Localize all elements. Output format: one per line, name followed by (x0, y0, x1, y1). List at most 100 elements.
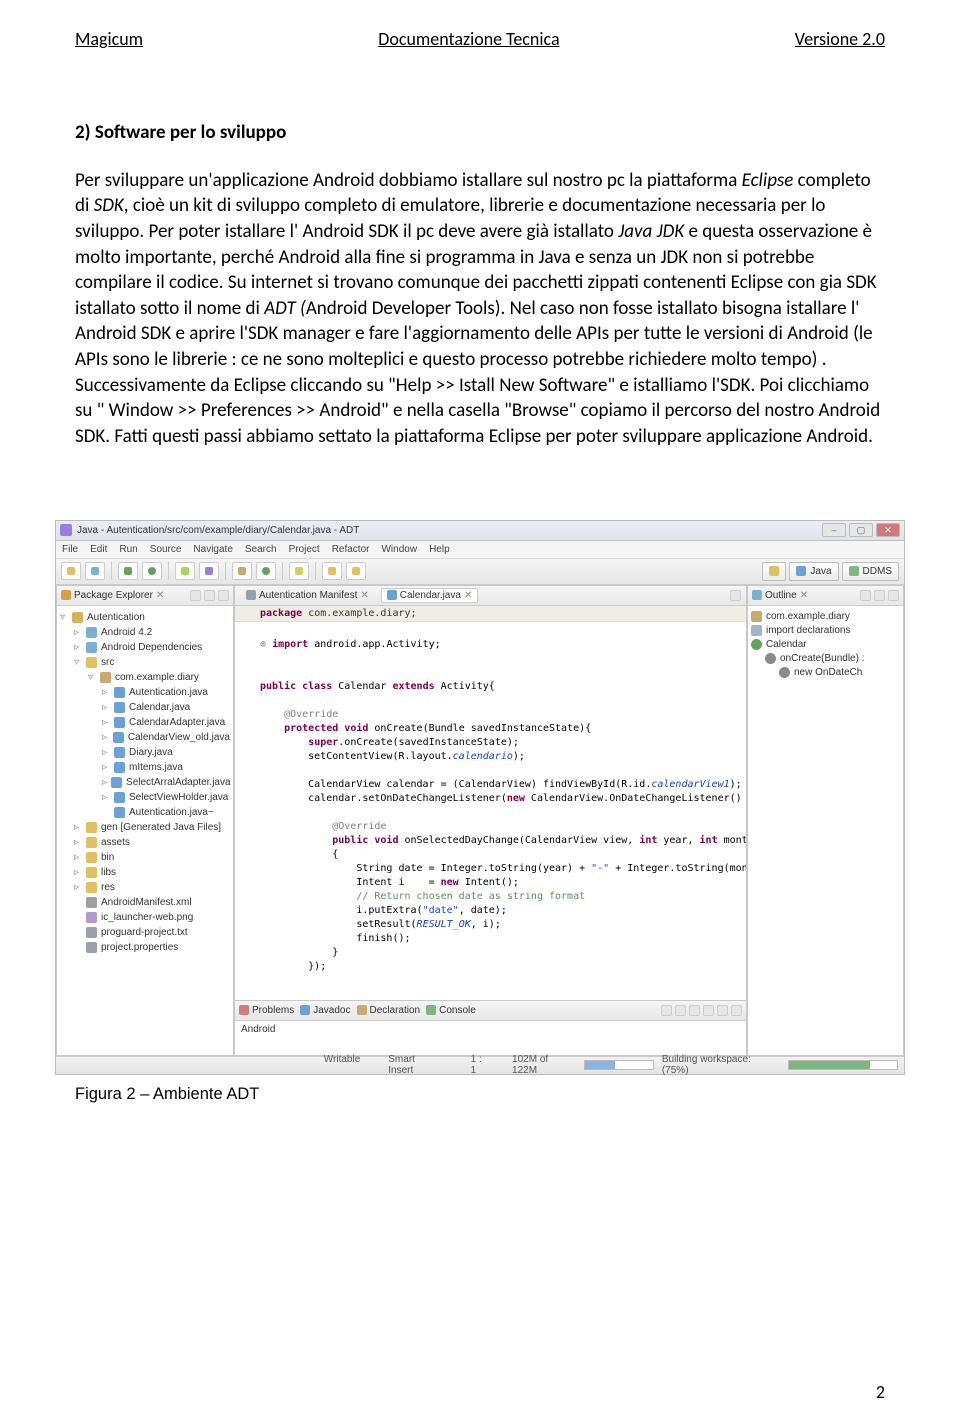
menu-source[interactable]: Source (150, 544, 182, 555)
console-action-icon[interactable] (703, 1005, 714, 1016)
menu-window[interactable]: Window (381, 544, 417, 555)
collapse-all-icon[interactable] (190, 590, 201, 601)
bottom-tab-console[interactable]: Console (426, 1005, 476, 1016)
ide-titlebar[interactable]: Java - Autentication/src/com/example/dia… (56, 521, 904, 541)
bottom-tab-declaration[interactable]: Declaration (357, 1005, 421, 1016)
view-menu-icon[interactable] (218, 590, 229, 601)
open-perspective-button[interactable] (762, 562, 786, 581)
tree-item[interactable]: project.properties (60, 940, 230, 955)
package-explorer-tab[interactable]: Package Explorer✕ (61, 590, 164, 601)
perspective-java[interactable]: Java (789, 562, 838, 581)
toolbar-new-button[interactable] (61, 562, 81, 580)
tree-item[interactable]: proguard-project.txt (60, 925, 230, 940)
outline-tab[interactable]: Outline✕ (752, 590, 808, 601)
window-title: Java - Autentication/src/com/example/dia… (77, 525, 359, 536)
page-number: 2 (876, 1381, 885, 1403)
console-action-icon[interactable] (675, 1005, 686, 1016)
status-memory: 102M of 122M (512, 1054, 576, 1076)
header-right: Versione 2.0 (795, 28, 885, 50)
toolbar-debug-button[interactable] (118, 562, 138, 580)
tree-item[interactable]: ▹gen [Generated Java Files] (60, 820, 230, 835)
toolbar-android-sdk-button[interactable] (175, 562, 195, 580)
tree-item[interactable]: ic_launcher-web.png (60, 910, 230, 925)
tree-item[interactable]: ▹Calendar.java (60, 700, 230, 715)
tree-item[interactable]: ▹libs (60, 865, 230, 880)
editor-tab[interactable]: Calendar.java ✕ (381, 588, 479, 603)
console-action-icon[interactable] (661, 1005, 672, 1016)
tree-item[interactable]: ▹Android 4.2 (60, 625, 230, 640)
toolbar-new-package-button[interactable] (232, 562, 252, 580)
console-action-icon[interactable] (689, 1005, 700, 1016)
outline-menu-icon[interactable] (888, 590, 899, 601)
tree-item[interactable]: ▹Autentication.java (60, 685, 230, 700)
perspective-ddms[interactable]: DDMS (842, 562, 899, 581)
ide-window: Java - Autentication/src/com/example/dia… (55, 520, 905, 1075)
tree-item[interactable]: ▹CalendarAdapter.java (60, 715, 230, 730)
outline-item[interactable]: Calendar (751, 638, 900, 652)
toolbar-avd-button[interactable] (199, 562, 219, 580)
tree-item[interactable]: ▿src (60, 655, 230, 670)
close-button[interactable]: ✕ (876, 523, 900, 537)
tree-item[interactable]: AndroidManifest.xml (60, 895, 230, 910)
tree-item[interactable]: Autentication.java~ (60, 805, 230, 820)
maximize-button[interactable]: ▢ (849, 523, 873, 537)
toolbar: JavaDDMS (56, 559, 904, 585)
article-body: 2) Software per lo sviluppo Per sviluppa… (0, 50, 960, 450)
memory-progress (584, 1060, 654, 1070)
editor-maximize-icon[interactable] (730, 590, 741, 601)
toolbar-run-button[interactable] (142, 562, 162, 580)
tree-item[interactable]: ▿com.example.diary (60, 670, 230, 685)
menu-search[interactable]: Search (245, 544, 277, 555)
tree-item[interactable]: ▹Android Dependencies (60, 640, 230, 655)
outline-view: Outline✕ com.example.diaryimport declara… (747, 585, 904, 1056)
tree-item[interactable]: ▹mItems.java (60, 760, 230, 775)
tree-item[interactable]: ▹SelectArralAdapter.java (60, 775, 230, 790)
minimize-button[interactable]: – (822, 523, 846, 537)
menu-project[interactable]: Project (289, 544, 320, 555)
status-task: Building workspace: (75%) (662, 1054, 780, 1076)
toolbar-save-button[interactable] (85, 562, 105, 580)
toolbar-new-class-button[interactable] (256, 562, 276, 580)
tree-item[interactable]: ▹SelectViewHolder.java (60, 790, 230, 805)
bottom-tab-javadoc[interactable]: Javadoc (300, 1005, 350, 1016)
tree-item[interactable]: ▹res (60, 880, 230, 895)
toolbar-forward-button[interactable] (346, 562, 366, 580)
tree-item[interactable]: ▹assets (60, 835, 230, 850)
link-editor-icon[interactable] (204, 590, 215, 601)
outline-filter-icon[interactable] (874, 590, 885, 601)
console-output: Android (235, 1021, 746, 1055)
tree-item[interactable]: ▿Autentication (60, 610, 230, 625)
menu-file[interactable]: File (62, 544, 78, 555)
app-icon (60, 524, 72, 536)
menu-refactor[interactable]: Refactor (332, 544, 370, 555)
menu-help[interactable]: Help (429, 544, 450, 555)
section-heading: 2) Software per lo sviluppo (75, 120, 885, 146)
editor-area: Autentication Manifest ✕Calendar.java ✕ … (234, 585, 747, 1001)
outline-sort-icon[interactable] (860, 590, 871, 601)
header-left: Magicum (75, 28, 143, 50)
article-paragraph-2: Successivamente da Eclipse cliccando su … (75, 373, 885, 450)
outline-item[interactable]: onCreate(Bundle) : (751, 652, 900, 666)
outline-item[interactable]: import declarations (751, 624, 900, 638)
header-center: Documentazione Tecnica (378, 28, 559, 50)
bottom-tab-problems[interactable]: Problems (239, 1005, 294, 1016)
status-bar: Writable Smart Insert 1 : 1 102M of 122M… (56, 1056, 904, 1074)
menu-bar: File Edit Run Source Navigate Search Project Re… (56, 541, 904, 559)
console-action-icon[interactable] (731, 1005, 742, 1016)
figure-caption: Figura 2 – Ambiente ADT (0, 1075, 960, 1104)
toolbar-search-button[interactable] (289, 562, 309, 580)
console-action-icon[interactable] (717, 1005, 728, 1016)
menu-run[interactable]: Run (119, 544, 137, 555)
menu-edit[interactable]: Edit (90, 544, 107, 555)
tree-item[interactable]: ▹Diary.java (60, 745, 230, 760)
menu-navigate[interactable]: Navigate (193, 544, 232, 555)
outline-item[interactable]: new OnDateCh (751, 666, 900, 680)
editor-tab[interactable]: Autentication Manifest ✕ (240, 588, 375, 603)
bottom-panel: Problems Javadoc Declaration Console Androi… (234, 1001, 747, 1056)
outline-item[interactable]: com.example.diary (751, 610, 900, 624)
tree-item[interactable]: ▹CalendarView_old.java (60, 730, 230, 745)
toolbar-back-button[interactable] (322, 562, 342, 580)
code-editor[interactable]: package com.example.diary; ⊕ import andr… (235, 606, 746, 1000)
article-paragraph: Per sviluppare un'applicazione Android d… (75, 168, 885, 373)
tree-item[interactable]: ▹bin (60, 850, 230, 865)
